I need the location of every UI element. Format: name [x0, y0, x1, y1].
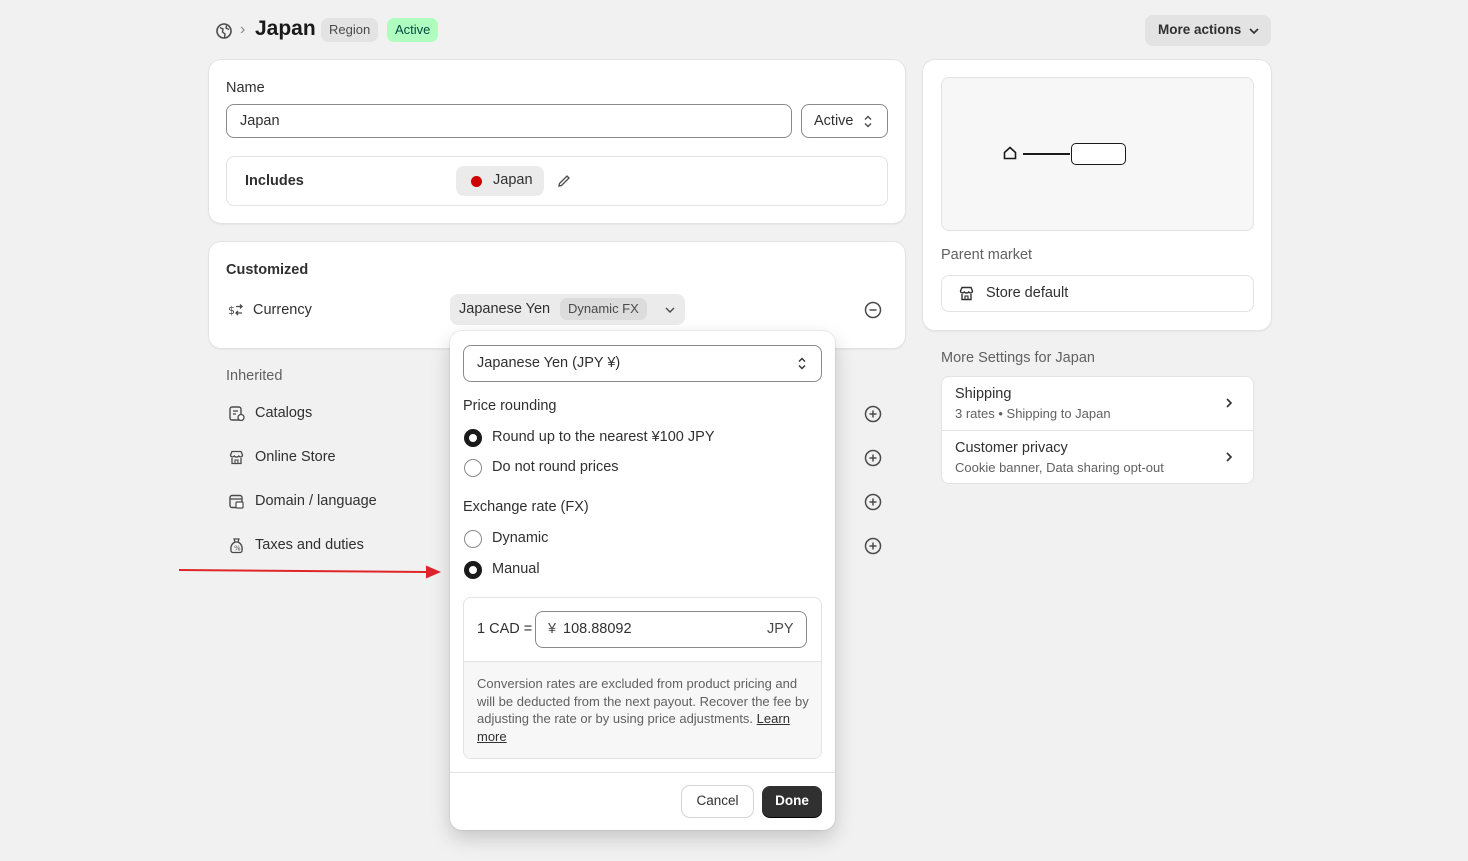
currency-select[interactable]: Japanese Yen (JPY ¥) [463, 345, 822, 382]
svg-text:$: $ [228, 304, 235, 317]
inherited-label: Taxes and duties [255, 537, 364, 553]
catalog-icon [229, 406, 245, 422]
status-select[interactable]: Active [801, 104, 888, 138]
parent-market-button[interactable]: Store default [941, 275, 1254, 312]
inherited-row-catalogs[interactable]: Catalogs [226, 403, 396, 425]
settings-item-shipping[interactable]: Shipping 3 rates • Shipping to Japan [942, 377, 1253, 431]
currency-value: Japanese Yen [459, 301, 551, 317]
settings-item-subtitle: Cookie banner, Data sharing opt-out [955, 460, 1164, 475]
inherited-label: Domain / language [255, 493, 377, 509]
name-label: Name [226, 80, 265, 96]
includes-row: Includes Japan [226, 156, 888, 206]
rate-input[interactable]: ¥ 108.88092 JPY [535, 611, 807, 648]
inherited-label: Online Store [255, 449, 336, 465]
add-catalogs-icon[interactable] [864, 405, 882, 423]
name-input[interactable]: Japan [226, 104, 792, 138]
rate-note-text: Conversion rates are excluded from produ… [477, 675, 812, 745]
market-structure-card: Parent market Store default [923, 60, 1271, 330]
taxes-icon: % [230, 538, 243, 554]
currency-popover: Japanese Yen (JPY ¥) Price rounding Roun… [450, 331, 835, 830]
radio-label: Do not round prices [492, 459, 619, 475]
name-input-value: Japan [240, 113, 280, 129]
select-arrows-icon [798, 357, 806, 370]
radio-button[interactable] [464, 561, 482, 579]
rate-value: 108.88092 [563, 621, 632, 637]
rounding-option-round-up[interactable]: Round up to the nearest ¥100 JPY [463, 427, 763, 449]
currency-exchange-icon: $ [228, 304, 243, 317]
svg-text:%: % [234, 545, 241, 553]
manual-rate-box: 1 CAD = ¥ 108.88092 JPY Conversion rates… [463, 597, 822, 759]
online-store-icon [229, 450, 244, 465]
more-actions-label: More actions [1158, 22, 1242, 37]
region-badge: Region [321, 18, 379, 42]
inherited-label: Catalogs [255, 405, 313, 421]
japan-flag-icon [471, 176, 482, 187]
chevron-right-icon [1226, 398, 1233, 408]
settings-item-privacy[interactable]: Customer privacy Cookie banner, Data sha… [942, 431, 1253, 484]
cancel-label: Cancel [696, 793, 739, 808]
currency-select-value: Japanese Yen (JPY ¥) [477, 355, 621, 371]
fx-title: Exchange rate (FX) [463, 499, 589, 515]
currency-dropdown[interactable]: Japanese Yen Dynamic FX [450, 294, 685, 325]
fx-option-dynamic[interactable]: Dynamic [463, 528, 763, 550]
edit-pencil-icon[interactable] [556, 173, 572, 189]
status-select-value: Active [814, 113, 854, 129]
add-online-store-icon[interactable] [864, 449, 882, 467]
domain-icon [229, 494, 244, 509]
settings-list: Shipping 3 rates • Shipping to Japan Cus… [941, 376, 1254, 484]
rate-symbol: ¥ [548, 621, 557, 637]
radio-button[interactable] [464, 459, 482, 477]
chevron-right-icon [1226, 452, 1233, 462]
add-taxes-icon[interactable] [864, 537, 882, 555]
breadcrumb-chevron-icon: › [240, 21, 246, 38]
parent-market-label: Parent market [941, 247, 1033, 263]
more-actions-button[interactable]: More actions [1145, 15, 1271, 46]
markets-globe-icon[interactable] [215, 22, 233, 40]
price-rounding-title: Price rounding [463, 398, 557, 414]
includes-label: Includes [245, 173, 304, 189]
inherited-row-domain[interactable]: Domain / language [226, 491, 396, 513]
chevron-down-icon [1249, 28, 1259, 35]
radio-button[interactable] [464, 429, 482, 447]
rounding-option-no-round[interactable]: Do not round prices [463, 457, 763, 479]
rate-note: Conversion rates are excluded from produ… [464, 661, 821, 758]
store-icon [959, 286, 974, 301]
home-icon [1003, 146, 1017, 160]
radio-label: Round up to the nearest ¥100 JPY [492, 429, 715, 445]
settings-item-title: Customer privacy [955, 440, 1068, 456]
country-tag: Japan [456, 166, 544, 196]
remove-circle-icon[interactable] [864, 301, 882, 319]
radio-label: Dynamic [492, 530, 549, 546]
inherited-row-taxes[interactable]: % Taxes and duties [226, 535, 396, 557]
currency-label: Currency [253, 302, 312, 318]
done-label: Done [775, 793, 809, 808]
settings-item-subtitle: 3 rates • Shipping to Japan [955, 406, 1111, 421]
fx-badge: Dynamic FX [560, 298, 647, 320]
chevron-down-icon [665, 307, 675, 313]
done-button[interactable]: Done [762, 786, 822, 817]
parent-market-value: Store default [986, 285, 1069, 301]
inherited-title: Inherited [226, 368, 283, 384]
market-diagram [941, 77, 1254, 231]
country-tag-label: Japan [493, 172, 533, 188]
popover-footer-divider [450, 772, 835, 773]
rate-suffix: JPY [767, 621, 794, 637]
radio-label: Manual [492, 561, 540, 577]
inherited-row-online-store[interactable]: Online Store [226, 447, 396, 469]
cancel-button[interactable]: Cancel [682, 786, 753, 817]
rate-prefix: 1 CAD = [477, 621, 533, 637]
more-settings-title: More Settings for Japan [941, 350, 1095, 366]
name-card: Name Japan Active Includes Japan [209, 60, 905, 223]
radio-button[interactable] [464, 530, 482, 548]
fx-option-manual[interactable]: Manual [463, 559, 763, 581]
page-title: Japan [255, 17, 316, 40]
select-arrows-icon [864, 115, 872, 128]
status-badge: Active [387, 18, 439, 42]
diagram-connector [1023, 153, 1070, 155]
add-domain-icon[interactable] [864, 493, 882, 511]
customized-title: Customized [226, 262, 309, 278]
settings-item-title: Shipping [955, 386, 1012, 402]
annotation-arrow-icon [178, 565, 441, 579]
diagram-node [1071, 143, 1126, 165]
